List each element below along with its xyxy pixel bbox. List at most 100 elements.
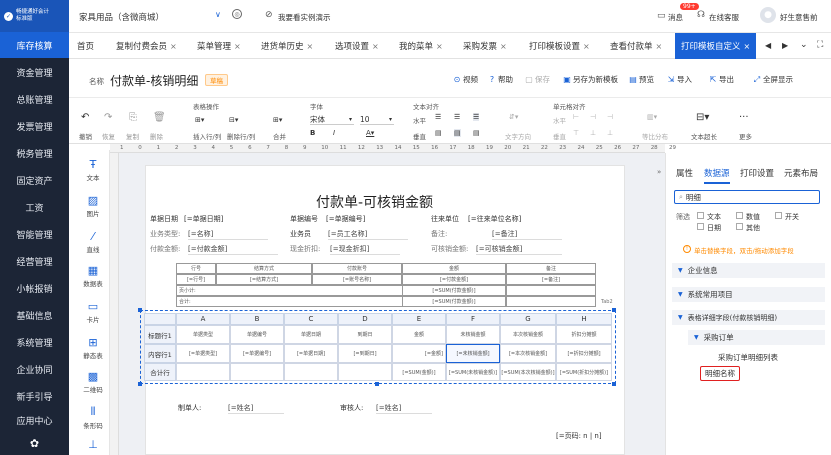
grid-col-header[interactable]: E <box>392 313 446 325</box>
fullscreen-icon[interactable]: ⛶ <box>817 40 823 50</box>
auditor-label[interactable]: 审核人: <box>340 403 363 413</box>
redo-label[interactable]: 恢复 <box>102 131 115 141</box>
tool-static-table[interactable]: ⊞ 静态表 <box>76 330 110 366</box>
page-number[interactable]: [=页码: n | n] <box>556 431 602 441</box>
more-icon[interactable]: ··· <box>739 112 749 123</box>
cell-bottom-icon[interactable]: ⊥ <box>607 129 613 137</box>
messages-link[interactable]: 消息 <box>668 12 683 23</box>
cell-center-icon[interactable]: ⊣ <box>590 113 596 121</box>
service-link[interactable]: 在线客服 <box>709 12 739 23</box>
tab-copy-member[interactable]: 复制付费会员 × <box>116 33 177 59</box>
insert-row-col[interactable]: 插入行/列 <box>193 131 221 141</box>
sidebar-item-funds[interactable]: 资金管理 <box>0 59 69 85</box>
grid-cell[interactable]: [=单据编号] <box>230 344 284 363</box>
sidebar-item-assets[interactable]: 固定资产 <box>0 167 69 193</box>
tab-my-menu[interactable]: 我的菜单 × <box>399 33 443 59</box>
resize-handle[interactable] <box>138 382 142 386</box>
table-header-cell[interactable]: 备注 <box>506 263 596 274</box>
field-label[interactable]: 单据日期 <box>150 214 178 224</box>
grid-cell[interactable] <box>176 363 230 381</box>
grid-cell[interactable]: [=SUM(未核销金额)] <box>446 363 500 381</box>
tab-view-payment[interactable]: 查看付款单 × <box>610 33 662 59</box>
save-as-button[interactable]: ▣ 另存为新模板 <box>563 74 618 85</box>
chevron-down-icon[interactable]: ∨ <box>215 10 221 19</box>
sidebar-item-guide[interactable]: 新手引导 <box>0 383 69 409</box>
cell-left-icon[interactable]: ⊢ <box>573 113 579 121</box>
tool-more[interactable]: ⊥ <box>76 434 110 454</box>
equal-distribution[interactable]: 等比分布 <box>642 131 668 141</box>
grid-col-header[interactable]: F <box>446 313 500 325</box>
sidebar-item-business[interactable]: 经营管理 <box>0 248 69 274</box>
settings-gear-icon[interactable]: ✿ <box>0 432 69 455</box>
sidebar-item-system[interactable]: 系统管理 <box>0 329 69 355</box>
grid-row-header[interactable]: 合计行 <box>144 363 176 381</box>
table-cell[interactable]: [=结算方式] <box>216 274 312 285</box>
close-icon[interactable]: × <box>372 42 379 51</box>
align-left-icon[interactable]: ☰ <box>435 113 441 121</box>
sidebar-item-inventory[interactable]: 库存核算 <box>0 32 69 58</box>
video-button[interactable]: ⊙ 视频 <box>453 74 478 85</box>
maker-label[interactable]: 制单人: <box>178 403 201 413</box>
field-value[interactable]: [=员工名称] <box>328 229 408 240</box>
field-value[interactable]: [=单据编号] <box>326 214 365 224</box>
sidebar-item-expense[interactable]: 小帐报销 <box>0 275 69 301</box>
grid-cell[interactable]: [=SUM(折扣分摊额)] <box>556 363 612 381</box>
delete-row-icon[interactable]: ⊟▾ <box>229 116 238 124</box>
tree-node-purchase-order[interactable]: ▼ 采购订单 <box>688 330 825 345</box>
grid-cell[interactable]: 到期日 <box>338 325 392 344</box>
grid-cell[interactable]: 单据类型 <box>176 325 230 344</box>
message-icon[interactable]: ▭ <box>657 11 666 21</box>
grid-col-header[interactable]: B <box>230 313 284 325</box>
grid-cell[interactable]: [=单据日期] <box>284 344 338 363</box>
tab-element-layout[interactable]: 元素布局 <box>784 167 818 179</box>
close-icon[interactable]: × <box>234 42 241 51</box>
table-cell[interactable]: [=付款金额] <box>402 274 506 285</box>
cell-middle-icon[interactable]: ⊥ <box>590 129 596 137</box>
grid-col-header[interactable]: A <box>176 313 230 325</box>
tree-node-company[interactable]: ▼ 企业信息 <box>672 263 825 278</box>
insert-icon[interactable]: ⊞▾ <box>195 116 204 124</box>
align-right-icon[interactable]: ☰ <box>473 113 480 121</box>
text-overflow[interactable]: 文本超长 <box>691 131 717 141</box>
auditor-value[interactable]: [=姓名] <box>376 403 432 414</box>
undo-icon[interactable]: ↶ <box>81 112 89 123</box>
total-value[interactable]: [=SUM(付款金额)] <box>402 296 506 307</box>
table-cell[interactable]: [=账号名称] <box>312 274 402 285</box>
tab-print-template-settings[interactable]: 打印模板设置 × <box>529 33 590 59</box>
table-header-cell[interactable]: 行号 <box>176 263 216 274</box>
import-button[interactable]: ⇲ 导入 <box>667 74 692 85</box>
field-value[interactable]: [=名称] <box>188 229 268 240</box>
tab-scroll-left-icon[interactable]: ◀ <box>765 41 771 50</box>
grid-cell[interactable]: [=SUM(本次核销金额)] <box>500 363 556 381</box>
close-icon[interactable]: × <box>656 42 663 51</box>
resize-handle[interactable] <box>138 308 142 312</box>
grid-row-header[interactable]: 标题行1 <box>144 325 176 344</box>
sidebar-item-ledger[interactable]: 总账管理 <box>0 86 69 112</box>
field-label[interactable]: 备注: <box>431 229 447 239</box>
cell-right-icon[interactable]: ⊣ <box>607 113 613 121</box>
grid-cell[interactable]: [=折扣分摊额] <box>556 344 612 363</box>
field-search-input[interactable]: ⌕ 明细 <box>674 190 820 204</box>
close-icon[interactable]: × <box>744 42 751 51</box>
field-value[interactable]: [=可核销金额] <box>476 244 562 255</box>
filter-other-checkbox[interactable] <box>736 223 743 230</box>
text-direction[interactable]: 文字方向 <box>505 131 531 141</box>
resize-handle[interactable] <box>375 382 379 386</box>
tool-line[interactable]: ⁄ 直线 <box>76 224 110 260</box>
tree-leaf-po-detail-list[interactable]: 采购订单明细列表 <box>718 352 778 363</box>
tab-scroll-right-icon[interactable]: ▶ <box>782 41 788 50</box>
bold-icon[interactable]: B <box>310 129 315 137</box>
save-button[interactable]: ▢ 保存 <box>525 74 550 85</box>
grid-cell[interactable]: [=本次核销金额] <box>500 344 556 363</box>
font-size-select[interactable]: 10 ▾ <box>360 114 394 125</box>
grid-cell-selected[interactable]: [=未核销金额] <box>446 344 500 363</box>
sidebar-item-tax[interactable]: 税务管理 <box>0 140 69 166</box>
help-button[interactable]: ? 帮助 <box>488 74 513 85</box>
template-paper[interactable]: 付款单-可核销金额 单据日期 [=单据日期] 单据编号 [=单据编号] 往来单位… <box>138 165 625 455</box>
equal-dist-icon[interactable]: ▥▾ <box>647 113 657 121</box>
tool-data-table[interactable]: ▦ 数据表 <box>76 258 110 294</box>
undo-label[interactable]: 撤销 <box>79 131 92 141</box>
detail-grid[interactable]: A B C D E F G H 标题行1 单据类型 单据编号 单据日期 到期日 … <box>144 313 612 381</box>
tool-text[interactable]: Ŧ 文本 <box>76 152 110 188</box>
tool-barcode[interactable]: ⦀ 条形码 <box>76 400 110 436</box>
